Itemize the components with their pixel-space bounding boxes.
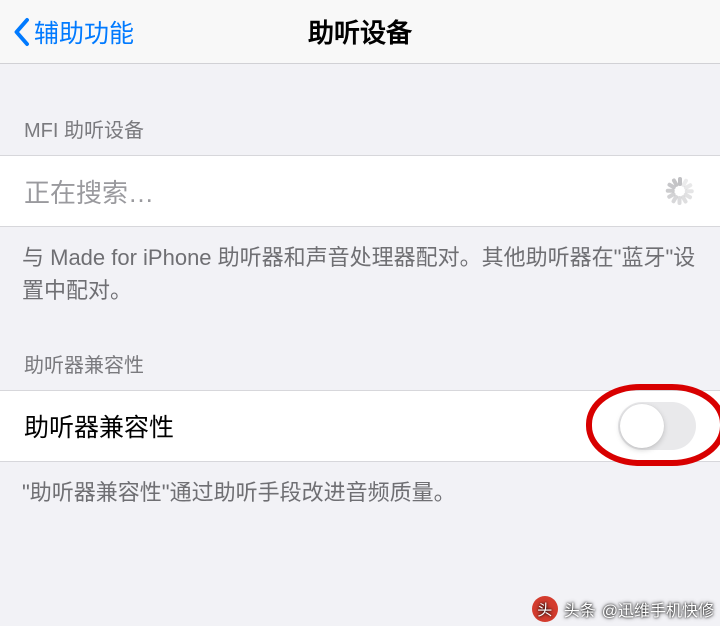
back-button[interactable]: 辅助功能: [0, 14, 134, 50]
navbar: 辅助功能 助听设备: [0, 0, 720, 64]
spinner-icon: [664, 175, 696, 207]
hearing-aid-compat-row: 助听器兼容性: [0, 390, 720, 462]
hearing-aid-compat-label: 助听器兼容性: [24, 408, 174, 444]
watermark-icon: 头: [532, 596, 558, 622]
toggle-knob: [620, 404, 664, 448]
section-header-mfi: MFI 助听设备: [0, 100, 720, 155]
content: MFI 助听设备 正在搜索… 与 Made for iPhone 助听器和声音处…: [0, 64, 720, 537]
watermark: 头 头条 @迅维手机快修: [532, 596, 714, 622]
watermark-author: @迅维手机快修: [602, 597, 714, 621]
chevron-left-icon: [12, 17, 30, 47]
searching-label: 正在搜索…: [24, 173, 154, 210]
section-footer-compat: "助听器兼容性"通过助听手段改进音频质量。: [0, 462, 720, 537]
hearing-aid-compat-toggle[interactable]: [618, 402, 696, 450]
back-label: 辅助功能: [34, 14, 134, 50]
section-footer-mfi: 与 Made for iPhone 助听器和声音处理器配对。其他助听器在"蓝牙"…: [0, 227, 720, 335]
section-header-compat: 助听器兼容性: [0, 335, 720, 390]
watermark-prefix: 头条: [564, 597, 596, 621]
searching-row: 正在搜索…: [0, 155, 720, 227]
